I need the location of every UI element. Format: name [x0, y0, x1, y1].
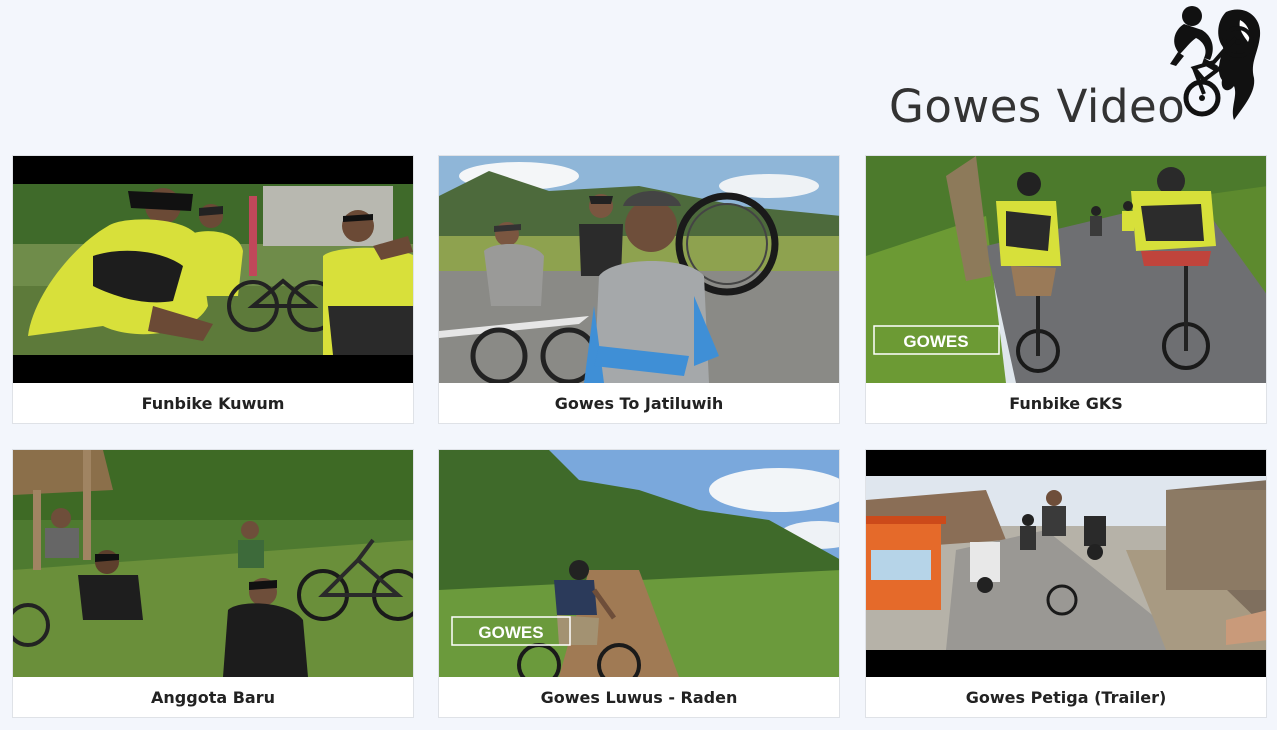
header: Gowes Video — [0, 0, 1277, 140]
video-thumbnail[interactable] — [866, 450, 1266, 677]
page: Gowes Video Funbike Kuwum Gowes To Jatil… — [0, 0, 1277, 730]
video-thumbnail[interactable]: GOWES — [439, 450, 839, 677]
video-card[interactable]: Gowes To Jatiluwih — [438, 155, 840, 424]
video-title[interactable]: Gowes Luwus - Raden — [439, 677, 839, 717]
video-title[interactable]: Gowes Petiga (Trailer) — [866, 677, 1266, 717]
watermark-text: GOWES — [903, 332, 968, 351]
video-thumbnail[interactable]: GOWES — [866, 156, 1266, 383]
video-card[interactable]: GOWES Gowes Luwus - Raden — [438, 449, 840, 718]
video-title[interactable]: Funbike GKS — [866, 383, 1266, 423]
video-card[interactable]: Anggota Baru — [12, 449, 414, 718]
video-title[interactable]: Funbike Kuwum — [13, 383, 413, 423]
video-card[interactable]: GOWES Funbike GKS — [865, 155, 1267, 424]
video-card[interactable]: Gowes Petiga (Trailer) — [865, 449, 1267, 718]
video-card[interactable]: Funbike Kuwum — [12, 155, 414, 424]
downhill-cyclist-logo-icon[interactable] — [1164, 2, 1268, 126]
watermark-text: GOWES — [478, 623, 543, 642]
video-thumbnail[interactable] — [13, 156, 413, 383]
page-title: Gowes Video — [889, 80, 1186, 133]
video-thumbnail[interactable] — [439, 156, 839, 383]
video-title[interactable]: Anggota Baru — [13, 677, 413, 717]
video-thumbnail[interactable] — [13, 450, 413, 677]
video-title[interactable]: Gowes To Jatiluwih — [439, 383, 839, 423]
